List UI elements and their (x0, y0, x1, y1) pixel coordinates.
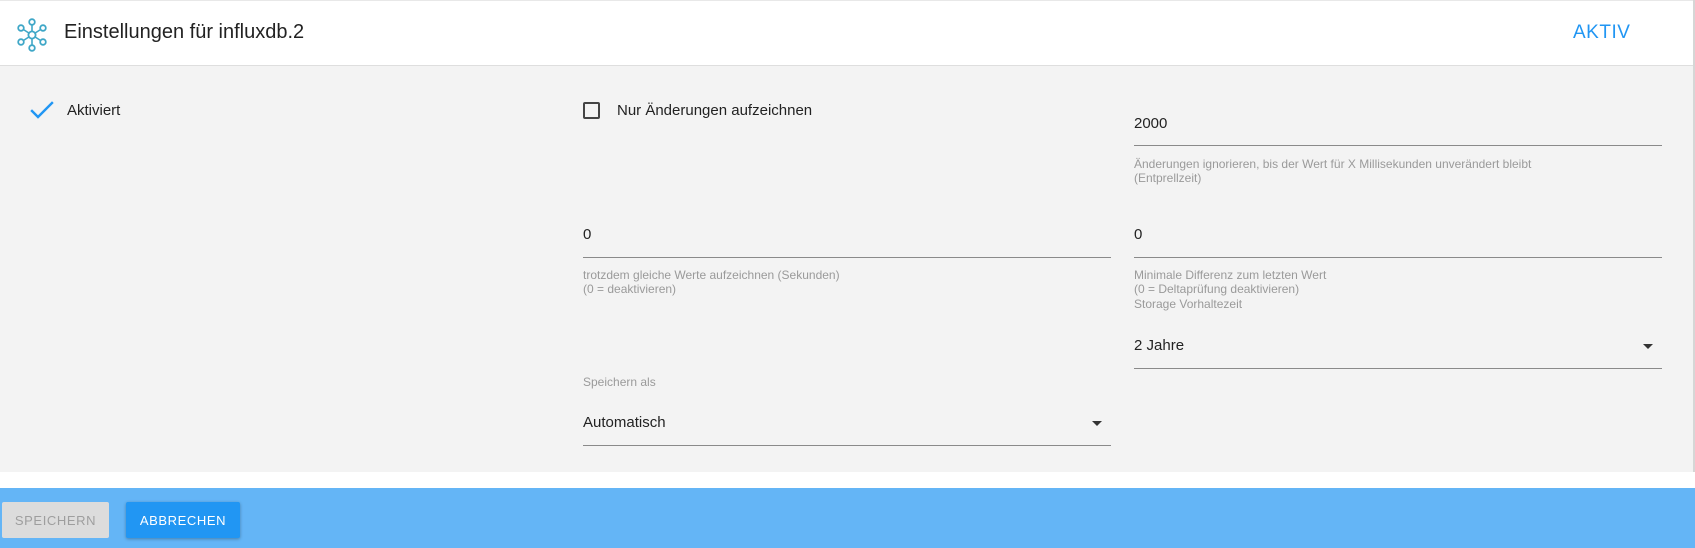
dialog-footer: SPEICHERN ABBRECHEN (0, 488, 1695, 548)
retention-label: Storage Vorhaltezeit (1134, 297, 1243, 311)
chevron-down-icon[interactable] (1092, 421, 1102, 426)
store-as-select[interactable]: Automatisch (583, 414, 666, 431)
debounce-underline (1134, 145, 1662, 146)
cancel-button[interactable]: ABBRECHEN (126, 502, 240, 538)
min-diff-underline (1134, 257, 1662, 258)
debounce-helper: Änderungen ignorieren, bis der Wert für … (1134, 157, 1532, 185)
only-changes-checkbox[interactable] (583, 102, 600, 119)
checkmark-icon[interactable] (30, 100, 54, 120)
only-changes-label: Nur Änderungen aufzeichnen (617, 102, 813, 119)
chevron-down-icon[interactable] (1643, 344, 1653, 349)
same-values-underline (583, 257, 1111, 258)
dialog-title: Einstellungen für influxdb.2 (64, 21, 305, 43)
status-badge: AKTIV (1573, 22, 1631, 43)
store-as-label: Speichern als (583, 375, 656, 389)
debounce-input[interactable]: 2000 (1134, 115, 1167, 132)
enabled-label: Aktiviert (67, 102, 121, 119)
retention-underline (1134, 368, 1662, 369)
settings-panel (0, 66, 1693, 472)
retention-select[interactable]: 2 Jahre (1134, 337, 1184, 354)
same-values-input[interactable]: 0 (583, 226, 591, 243)
min-diff-input[interactable]: 0 (1134, 226, 1142, 243)
min-diff-helper: Minimale Differenz zum letzten Wert (0 =… (1134, 268, 1327, 296)
same-values-helper: trotzdem gleiche Werte aufzeichnen (Seku… (583, 268, 840, 296)
dialog-header: Einstellungen für influxdb.2 AKTIV (0, 0, 1695, 66)
store-as-underline (583, 445, 1111, 446)
save-button[interactable]: SPEICHERN (2, 502, 109, 538)
influxdb-logo-icon (17, 18, 47, 52)
